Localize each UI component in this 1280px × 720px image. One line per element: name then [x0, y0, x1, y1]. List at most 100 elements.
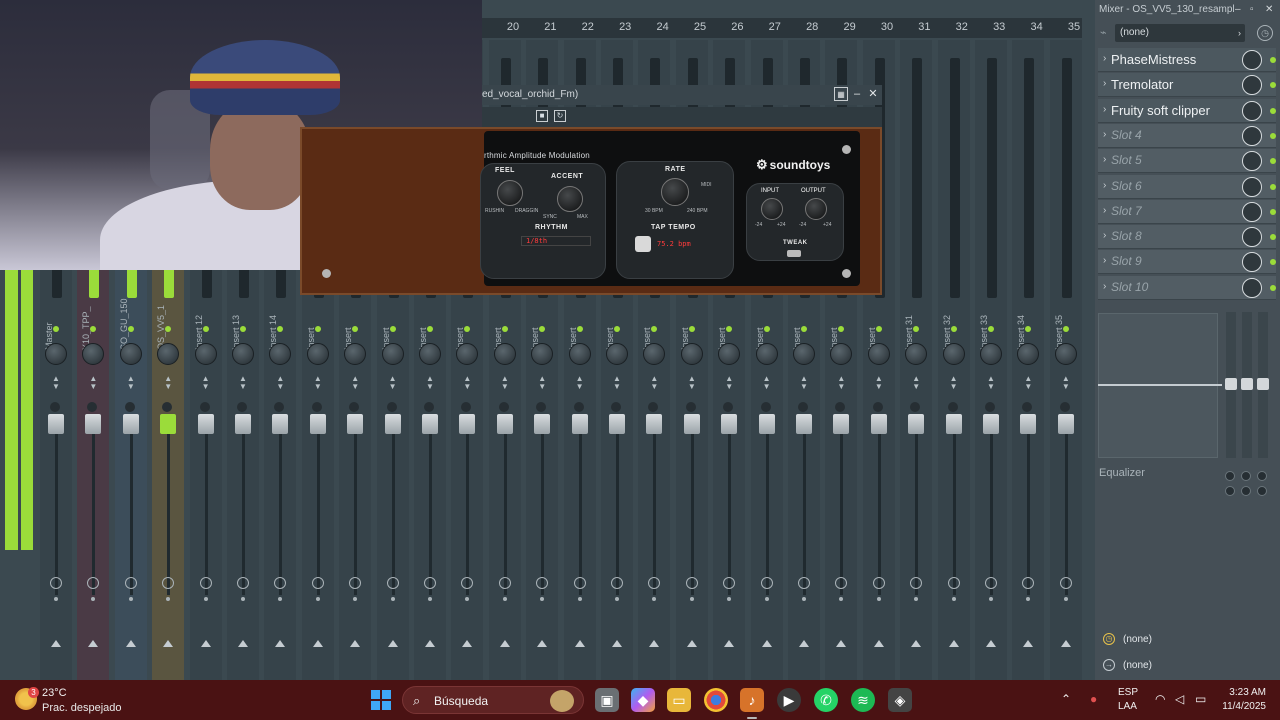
preset-selector[interactable]: (none) ›: [1115, 24, 1245, 42]
output-knob[interactable]: [805, 198, 827, 220]
strip-io-icon[interactable]: [498, 577, 511, 589]
slot-expand-icon[interactable]: ›: [1103, 281, 1106, 292]
strip-io-dot[interactable]: [989, 597, 993, 601]
plugin-save-icon[interactable]: ■: [536, 110, 548, 122]
strip-led[interactable]: [314, 326, 321, 332]
strip-pan-knob[interactable]: [306, 343, 329, 365]
strip-stereo-knob[interactable]: [947, 402, 958, 412]
strip-stereo-arrows-icon[interactable]: ▲ ▼: [986, 375, 996, 391]
strip-led[interactable]: [950, 326, 957, 332]
strip-stereo-knob[interactable]: [498, 402, 509, 412]
strip-route-arrow-icon[interactable]: [911, 640, 922, 647]
effect-slot[interactable]: › Tremolator: [1098, 73, 1276, 98]
strip-led[interactable]: [1062, 326, 1069, 332]
strip-volume-fader[interactable]: [571, 414, 588, 434]
strip-io-icon[interactable]: [424, 577, 436, 589]
slot-mix-knob[interactable]: [1242, 252, 1262, 273]
chevron-up-icon[interactable]: ⌃: [1061, 692, 1071, 706]
strip-route-arrow-icon[interactable]: [537, 640, 548, 647]
taskbar-search[interactable]: ⌕ Búsqueda: [402, 686, 584, 714]
strip-io-dot[interactable]: [577, 597, 582, 601]
strip-volume-fader[interactable]: [235, 414, 251, 434]
strip-stereo-arrows-icon[interactable]: ▲ ▼: [163, 375, 173, 391]
strip-io-dot[interactable]: [951, 597, 956, 601]
strip-io-dot[interactable]: [241, 597, 245, 601]
slot-expand-icon[interactable]: ›: [1103, 53, 1106, 64]
slot-expand-icon[interactable]: ›: [1103, 78, 1106, 89]
route-in-selector[interactable]: ◷ (none): [1098, 630, 1276, 650]
strip-led[interactable]: [389, 326, 396, 332]
slot-expand-icon[interactable]: ›: [1103, 104, 1106, 115]
strip-stereo-arrows-icon[interactable]: ▲ ▼: [350, 375, 360, 391]
strip-route-arrow-icon[interactable]: [574, 640, 585, 647]
mixer-titlebar[interactable]: Mixer - OS_VV5_130_resampl – ▫ ✕: [1095, 0, 1280, 20]
strip-io-dot[interactable]: [128, 597, 133, 601]
strip-stereo-knob[interactable]: [424, 402, 434, 412]
slot-expand-icon[interactable]: ›: [1103, 255, 1106, 266]
strip-stereo-arrows-icon[interactable]: ▲ ▼: [537, 375, 547, 391]
plugin-reset-icon[interactable]: ↻: [554, 110, 566, 122]
slot-expand-icon[interactable]: ›: [1103, 180, 1106, 191]
strip-stereo-arrows-icon[interactable]: ▲ ▼: [575, 375, 585, 391]
slot-enable-led[interactable]: [1270, 158, 1276, 165]
strip-route-arrow-icon[interactable]: [1060, 640, 1071, 647]
strip-stereo-arrows-icon[interactable]: ▲ ▼: [762, 375, 772, 391]
slot-mix-knob[interactable]: [1242, 75, 1262, 96]
strip-stereo-arrows-icon[interactable]: ▲ ▼: [724, 375, 734, 391]
strip-stereo-arrows-icon[interactable]: ▲ ▼: [687, 375, 697, 391]
strip-io-icon[interactable]: [872, 577, 885, 589]
strip-io-dot[interactable]: [689, 597, 694, 601]
strip-volume-fader[interactable]: [609, 414, 625, 434]
eq-knob-6[interactable]: [1257, 486, 1267, 496]
strip-io-icon[interactable]: [760, 577, 773, 589]
strip-led[interactable]: [801, 326, 807, 332]
effect-slot[interactable]: › Slot 10: [1098, 275, 1276, 300]
strip-io-icon[interactable]: [311, 577, 324, 589]
strip-io-icon[interactable]: [199, 577, 212, 589]
strip-stereo-arrows-icon[interactable]: ▲ ▼: [799, 375, 809, 391]
strip-volume-fader[interactable]: [309, 414, 326, 434]
effect-slot[interactable]: › Slot 9: [1098, 250, 1276, 275]
eq-band-high-handle[interactable]: [1257, 378, 1269, 390]
strip-volume-fader[interactable]: [870, 414, 887, 434]
strip-volume-fader[interactable]: [384, 414, 401, 434]
strip-stereo-arrows-icon[interactable]: ▲ ▼: [275, 375, 285, 391]
strip-io-dot[interactable]: [802, 597, 806, 601]
strip-pan-knob[interactable]: [381, 343, 404, 365]
strip-volume-fader[interactable]: [1020, 414, 1037, 434]
strip-io-icon[interactable]: [50, 577, 62, 589]
strip-pan-knob[interactable]: [980, 343, 1002, 365]
strip-io-dot[interactable]: [203, 597, 208, 601]
slot-expand-icon[interactable]: ›: [1103, 154, 1106, 165]
slot-mix-knob[interactable]: [1242, 201, 1262, 222]
slot-enable-led[interactable]: [1270, 132, 1276, 139]
app-icon[interactable]: ◈: [888, 688, 912, 712]
strip-stereo-arrows-icon[interactable]: ▲ ▼: [51, 375, 61, 391]
effect-slot[interactable]: › Slot 4: [1098, 123, 1276, 148]
strip-io-icon[interactable]: [947, 577, 960, 589]
input-knob[interactable]: [761, 198, 783, 220]
slot-expand-icon[interactable]: ›: [1103, 129, 1106, 140]
strip-volume-fader[interactable]: [534, 414, 551, 434]
strip-stereo-knob[interactable]: [573, 402, 584, 412]
strip-io-icon[interactable]: [124, 577, 137, 589]
eq-knob-3[interactable]: [1257, 471, 1267, 481]
slot-expand-icon[interactable]: ›: [1103, 230, 1106, 241]
effect-slot[interactable]: › Slot 7: [1098, 199, 1276, 224]
slot-mix-knob[interactable]: [1242, 227, 1262, 248]
strip-pan-knob[interactable]: [867, 343, 890, 365]
slot-enable-led[interactable]: [1270, 57, 1276, 63]
strip-stereo-knob[interactable]: [1059, 402, 1070, 412]
chrome-icon[interactable]: [704, 688, 728, 712]
strip-route-arrow-icon[interactable]: [986, 640, 996, 647]
eq-band-low-slider[interactable]: [1225, 312, 1237, 458]
route-out-selector[interactable]: → (none): [1098, 656, 1276, 676]
strip-route-arrow-icon[interactable]: [312, 640, 323, 647]
strip-route-arrow-icon[interactable]: [125, 640, 136, 647]
strip-route-arrow-icon[interactable]: [163, 640, 174, 647]
strip-route-arrow-icon[interactable]: [948, 640, 959, 647]
effect-slot[interactable]: › Slot 8: [1098, 225, 1276, 250]
strip-route-arrow-icon[interactable]: [836, 640, 847, 647]
strip-stereo-arrows-icon[interactable]: ▲ ▼: [238, 375, 248, 391]
strip-led[interactable]: [127, 326, 134, 332]
